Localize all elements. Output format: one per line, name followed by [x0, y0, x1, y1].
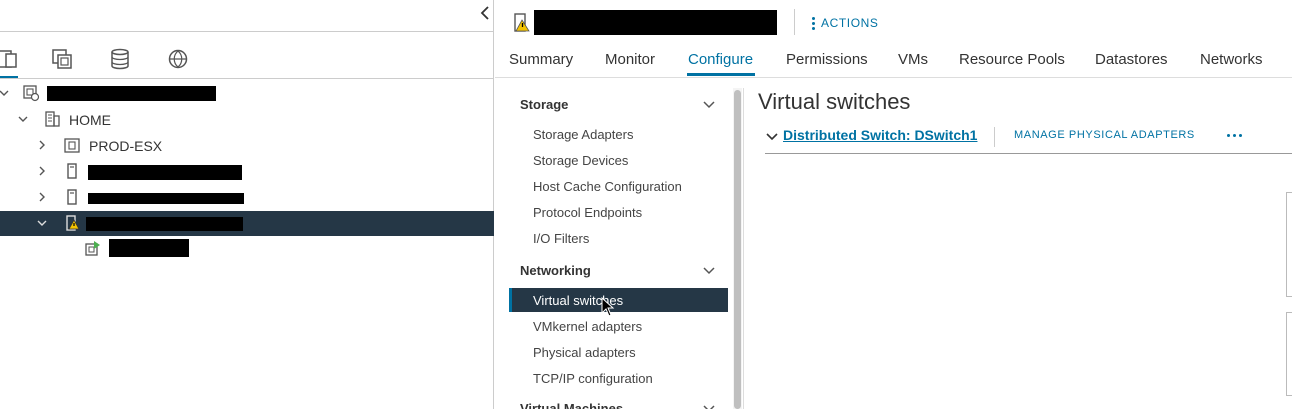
tab-monitor[interactable]: Monitor — [605, 51, 655, 68]
host-icon — [63, 188, 81, 206]
chevron-down-icon — [37, 220, 47, 226]
more-actions-button[interactable] — [1227, 127, 1242, 143]
expand-toggle[interactable] — [17, 113, 29, 125]
chevron-left-icon — [480, 6, 489, 20]
distributed-switch-link[interactable]: Distributed Switch: DSwitch1 — [783, 127, 977, 143]
divider — [794, 9, 795, 35]
section-title: Virtual Machines — [520, 401, 624, 409]
divider — [495, 77, 1292, 78]
datacenter-label: HOME — [69, 112, 111, 128]
chevron-down-icon — [702, 401, 716, 409]
tab-storage[interactable] — [106, 44, 134, 74]
section-storage[interactable]: Storage — [509, 90, 729, 116]
tab-vms[interactable]: VMs — [898, 51, 928, 68]
expand-toggle[interactable] — [36, 139, 48, 151]
host-warning-icon — [512, 13, 532, 38]
section-title: Networking — [520, 263, 591, 278]
cluster-icon — [63, 136, 81, 154]
nav-item-host-cache[interactable]: Host Cache Configuration — [509, 174, 728, 198]
chevron-right-icon — [39, 192, 45, 202]
vertical-ellipsis-icon — [812, 16, 815, 30]
chevron-right-icon — [39, 140, 45, 150]
tab-networking[interactable] — [164, 44, 192, 74]
nav-item-vmkernel-adapters[interactable]: VMkernel adapters — [509, 314, 728, 338]
collapse-toggle[interactable] — [765, 129, 779, 143]
configure-nav: Storage Storage Adapters Storage Devices… — [509, 88, 729, 409]
chevron-down-icon — [702, 97, 716, 111]
tab-datastores[interactable]: Datastores — [1095, 51, 1168, 68]
expand-toggle[interactable] — [0, 87, 10, 99]
nav-item-protocol-endpoints[interactable]: Protocol Endpoints — [509, 200, 728, 224]
tab-hosts-and-clusters[interactable] — [0, 44, 22, 74]
datacenter-icon — [43, 110, 61, 128]
redacted-host-name — [88, 193, 244, 204]
navigator-pane: HOME PROD-ESX — [0, 0, 494, 409]
divider — [0, 31, 494, 32]
tree-node-datacenter[interactable]: HOME — [0, 107, 494, 132]
chevron-down-icon — [0, 90, 9, 96]
cluster-label: PROD-ESX — [89, 138, 163, 154]
divider — [0, 78, 494, 79]
tree-node-vm[interactable] — [0, 236, 494, 261]
actions-label: ACTIONS — [821, 16, 879, 30]
main-content: ACTIONS Summary Monitor Configure Permis… — [495, 0, 1292, 409]
nav-item-virtual-switches[interactable]: Virtual switches — [509, 288, 728, 312]
host-icon — [63, 162, 81, 180]
vcenter-icon — [22, 84, 40, 102]
manage-physical-adapters-button[interactable]: MANAGE PHYSICAL ADAPTERS — [1014, 129, 1195, 141]
host-warning-icon — [63, 214, 81, 232]
nav-item-physical-adapters[interactable]: Physical adapters — [509, 340, 728, 364]
nav-item-tcpip-configuration[interactable]: TCP/IP configuration — [509, 366, 728, 390]
tree-node-vcenter[interactable] — [0, 81, 494, 106]
tab-networks[interactable]: Networks — [1200, 51, 1263, 68]
nav-item-storage-adapters[interactable]: Storage Adapters — [509, 122, 728, 146]
collapse-navigator-button[interactable] — [476, 3, 494, 23]
redacted-vcenter-name — [47, 86, 216, 101]
object-tabs: Summary Monitor Configure Permissions VM… — [495, 48, 1292, 76]
section-title: Storage — [520, 97, 569, 112]
scrollbar-thumb[interactable] — [734, 90, 741, 409]
nav-item-storage-devices[interactable]: Storage Devices — [509, 148, 728, 172]
section-virtual-machines[interactable]: Virtual Machines — [509, 394, 729, 409]
redacted-object-title — [534, 10, 777, 35]
expand-toggle[interactable] — [36, 217, 48, 229]
switch-diagram-box — [1286, 312, 1292, 396]
expand-toggle[interactable] — [36, 191, 48, 203]
active-tab-indicator — [687, 73, 755, 76]
tree-node-cluster[interactable]: PROD-ESX — [0, 133, 494, 158]
redacted-vm-name — [109, 239, 189, 257]
mouse-cursor-icon — [601, 297, 615, 317]
redacted-host-name — [88, 165, 242, 180]
chevron-down-icon — [766, 133, 778, 141]
page-title: Virtual switches — [758, 89, 911, 114]
network-icon — [168, 49, 188, 69]
tree-node-host[interactable] — [0, 185, 494, 210]
switch-diagram-box — [1286, 192, 1292, 297]
tab-configure[interactable]: Configure — [688, 51, 753, 68]
tab-resource-pools[interactable]: Resource Pools — [959, 51, 1065, 68]
redacted-host-name — [86, 217, 243, 231]
switch-header: Distributed Switch: DSwitch1 MANAGE PHYS… — [765, 122, 1292, 154]
tab-summary[interactable]: Summary — [509, 51, 573, 68]
vm-icon — [84, 239, 102, 257]
tree-node-host-selected[interactable] — [0, 211, 494, 236]
storage-icon — [111, 48, 129, 70]
chevron-right-icon — [39, 166, 45, 176]
actions-menu-button[interactable]: ACTIONS — [812, 14, 879, 32]
tab-permissions[interactable]: Permissions — [786, 51, 868, 68]
divider — [994, 127, 995, 147]
tree-node-host[interactable] — [0, 159, 494, 184]
chevron-down-icon — [18, 116, 28, 122]
vms-templates-icon — [52, 49, 72, 69]
section-networking[interactable]: Networking — [509, 256, 729, 282]
tab-vms-and-templates[interactable] — [48, 44, 76, 74]
nav-item-io-filters[interactable]: I/O Filters — [509, 226, 728, 250]
expand-toggle[interactable] — [36, 165, 48, 177]
hosts-clusters-icon — [0, 50, 17, 68]
chevron-down-icon — [702, 263, 716, 277]
divider — [743, 88, 744, 409]
